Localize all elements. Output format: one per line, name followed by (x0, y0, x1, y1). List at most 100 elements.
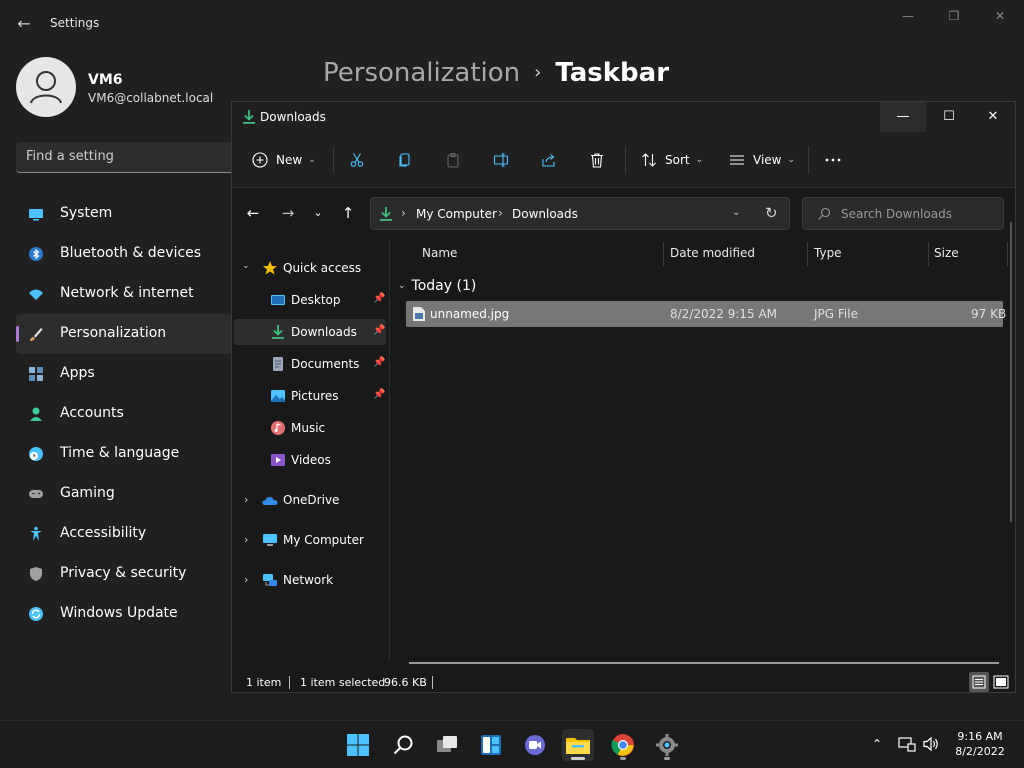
sort-button[interactable]: Sort ⌄ (641, 148, 703, 172)
back-arrow-icon[interactable]: ← (243, 204, 263, 222)
nav-item-apps[interactable]: Apps (16, 354, 232, 394)
settings-close-button[interactable]: ✕ (982, 6, 1018, 26)
rename-button[interactable] (493, 148, 509, 172)
column-divider[interactable] (663, 242, 664, 266)
explorer-minimize-button[interactable]: — (880, 102, 926, 132)
sidebar-item-my-computer[interactable]: › My Computer (232, 527, 390, 553)
address-dropdown-icon[interactable]: ⌄ (732, 207, 740, 218)
start-button[interactable] (342, 729, 374, 761)
nav-item-network[interactable]: Network & internet (16, 274, 232, 314)
pin-icon[interactable]: 📌 (373, 293, 385, 304)
vertical-scrollbar[interactable] (1010, 222, 1012, 522)
pin-icon[interactable]: 📌 (373, 389, 385, 400)
up-arrow-icon[interactable]: ↑ (338, 204, 358, 222)
cut-button[interactable] (349, 148, 365, 172)
sidebar-item-downloads[interactable]: Downloads 📌 (234, 319, 386, 345)
sidebar-item-documents[interactable]: Documents 📌 (232, 351, 390, 377)
forward-arrow-icon[interactable]: → (278, 204, 298, 222)
nav-item-personalization[interactable]: Personalization (16, 314, 232, 354)
nav-item-accounts[interactable]: Accounts (16, 394, 232, 434)
breadcrumb-parent[interactable]: Personalization (323, 58, 520, 88)
sidebar-item-music[interactable]: Music (232, 415, 390, 441)
refresh-icon[interactable]: ↻ (765, 204, 778, 222)
share-button[interactable] (541, 148, 557, 172)
column-divider[interactable] (1007, 242, 1008, 266)
nav-item-time-language[interactable]: Time & language (16, 434, 232, 474)
chevron-down-icon[interactable]: ⌄ (242, 261, 250, 271)
nav-label: Time & language (60, 445, 180, 461)
sidebar-item-network[interactable]: › Network (232, 567, 390, 593)
chrome-taskbar-button[interactable] (607, 729, 639, 761)
search-box[interactable] (802, 197, 1004, 230)
more-options-button[interactable] (824, 148, 842, 172)
settings-taskbar-button[interactable] (651, 729, 683, 761)
chevron-down-icon[interactable]: ⌄ (398, 281, 406, 291)
nav-item-accessibility[interactable]: Accessibility (16, 514, 232, 554)
tiles-view-button[interactable] (991, 672, 1011, 692)
page-title: Personalization › Taskbar (323, 58, 669, 88)
settings-restore-button[interactable]: ❐ (936, 6, 972, 26)
group-header-today[interactable]: ⌄ Today (1) (398, 278, 476, 294)
volume-icon[interactable] (922, 736, 940, 752)
chevron-right-icon[interactable]: › (244, 493, 248, 506)
pin-icon[interactable]: 📌 (373, 325, 385, 336)
clock[interactable]: 9:16 AM 8/2/2022 (948, 729, 1012, 759)
explorer-close-button[interactable]: ✕ (970, 102, 1016, 132)
file-explorer-window: Downloads — ☐ ✕ New ⌄ Sort ⌄ View ⌄ ← → … (231, 101, 1016, 693)
sidebar-item-onedrive[interactable]: › OneDrive (232, 487, 390, 513)
explorer-maximize-button[interactable]: ☐ (926, 102, 972, 132)
new-button[interactable]: New ⌄ (252, 148, 316, 172)
settings-minimize-button[interactable]: — (890, 6, 926, 26)
copy-button[interactable] (397, 148, 413, 172)
horizontal-scrollbar[interactable] (409, 662, 999, 664)
network-status-icon[interactable] (898, 736, 916, 752)
breadcrumb-chevron-icon[interactable]: › (498, 206, 503, 220)
nav-label: Privacy & security (60, 565, 187, 581)
sidebar-item-desktop[interactable]: Desktop 📌 (232, 287, 390, 313)
pin-icon[interactable]: 📌 (373, 357, 385, 368)
nav-item-gaming[interactable]: Gaming (16, 474, 232, 514)
explorer-titlebar[interactable]: Downloads — ☐ ✕ (232, 102, 1015, 132)
chevron-right-icon[interactable]: › (244, 573, 248, 586)
breadcrumb-my-computer[interactable]: My Computer (416, 207, 497, 221)
bluetooth-icon (29, 247, 43, 261)
taskbar-search-button[interactable] (387, 729, 419, 761)
cloud-icon (262, 497, 278, 505)
tiles-view-icon (993, 675, 1009, 689)
nav-item-windows-update[interactable]: Windows Update (16, 594, 232, 634)
column-header-date-modified[interactable]: Date modified (670, 246, 755, 260)
sidebar-item-pictures[interactable]: Pictures 📌 (232, 383, 390, 409)
widgets-button[interactable] (475, 729, 507, 761)
nav-item-privacy[interactable]: Privacy & security (16, 554, 232, 594)
find-setting-input[interactable]: Find a setting (16, 142, 236, 173)
back-arrow-icon[interactable]: ← (14, 14, 34, 34)
nav-item-bluetooth[interactable]: Bluetooth & devices (16, 234, 232, 274)
search-input[interactable] (841, 205, 991, 223)
avatar[interactable] (16, 57, 76, 117)
column-header-size[interactable]: Size (934, 246, 959, 260)
recent-locations-chevron-icon[interactable]: ⌄ (308, 204, 328, 222)
task-view-button[interactable] (431, 729, 463, 761)
breadcrumb-chevron-icon[interactable]: › (401, 206, 406, 220)
chat-button[interactable] (519, 729, 551, 761)
group-label: Today (1) (411, 278, 477, 294)
column-header-name[interactable]: Name (422, 246, 457, 260)
column-divider[interactable] (807, 242, 808, 266)
delete-button[interactable] (589, 148, 605, 172)
nav-item-system[interactable]: System (16, 194, 232, 234)
column-header-type[interactable]: Type (814, 246, 842, 260)
view-button[interactable]: View ⌄ (729, 148, 795, 172)
table-row[interactable]: unnamed.jpg 8/2/2022 9:15 AM JPG File 97… (406, 301, 1006, 327)
sidebar-item-quick-access[interactable]: ⌄ Quick access (232, 255, 390, 281)
chevron-right-icon[interactable]: › (244, 533, 248, 546)
details-view-button[interactable] (969, 672, 989, 692)
paste-button[interactable] (445, 148, 461, 172)
running-app-indicator (620, 757, 626, 760)
sidebar-item-videos[interactable]: Videos (232, 447, 390, 473)
file-explorer-taskbar-button[interactable] (562, 729, 594, 761)
column-divider[interactable] (928, 242, 929, 266)
update-icon (29, 607, 43, 621)
breadcrumb-downloads[interactable]: Downloads (512, 207, 578, 221)
show-hidden-icons-chevron-icon[interactable]: ⌃ (872, 737, 882, 751)
address-bar[interactable]: › My Computer › Downloads ⌄ ↻ (370, 197, 790, 230)
